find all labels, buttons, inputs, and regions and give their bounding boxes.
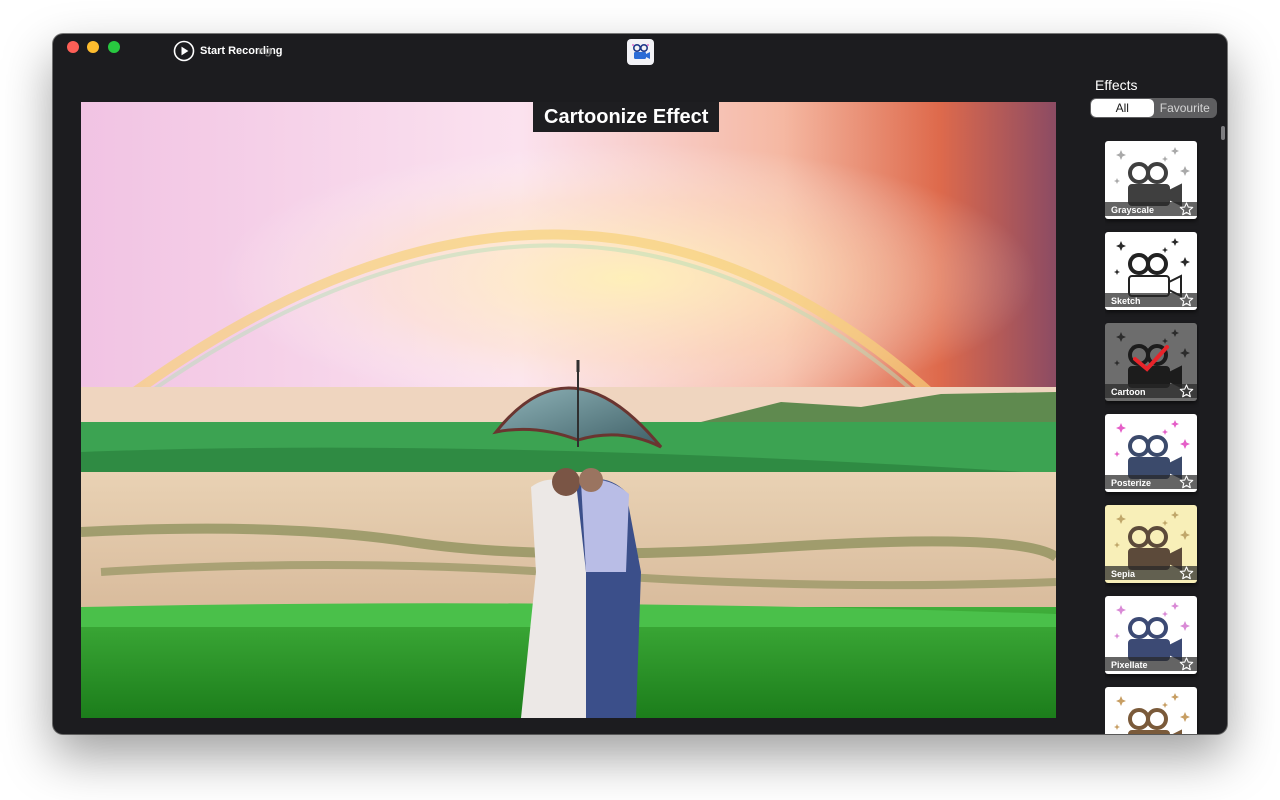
- tab-favourite[interactable]: Favourite: [1154, 99, 1217, 117]
- play-circle-icon: [173, 40, 195, 62]
- effect-card[interactable]: Pixellate: [1105, 596, 1197, 674]
- star-outline-icon[interactable]: [1179, 384, 1194, 398]
- star-outline-icon[interactable]: [1179, 202, 1194, 216]
- effect-label: Posterize: [1111, 478, 1152, 488]
- effect-label: Cartoon: [1111, 387, 1146, 397]
- window-minimize-button[interactable]: [87, 41, 99, 53]
- window-zoom-button[interactable]: [108, 41, 120, 53]
- star-outline-icon[interactable]: [1179, 657, 1194, 671]
- effect-title: Cartoonize Effect: [533, 102, 720, 132]
- effect-label: Sketch: [1111, 296, 1141, 306]
- star-outline-icon[interactable]: [1179, 566, 1194, 580]
- effects-heading: Effects: [1095, 77, 1138, 93]
- app-window: Start Recording ng Cartoonize Effect Eff…: [53, 34, 1227, 734]
- star-outline-icon[interactable]: [1179, 293, 1194, 307]
- effects-list: Grayscale Sketch Cartoon Posterize Sepia Pixe…: [1105, 141, 1199, 734]
- effect-label: Grayscale: [1111, 205, 1155, 215]
- video-preview: [81, 102, 1056, 718]
- effects-filter-segmented-control: All Favourite: [1090, 98, 1217, 118]
- effect-label: Pixellate: [1111, 660, 1148, 670]
- effect-card[interactable]: Sepia: [1105, 505, 1197, 583]
- video-camera-icon: [1105, 687, 1197, 734]
- star-outline-icon[interactable]: [1179, 475, 1194, 489]
- effect-thumbnail: [1105, 687, 1197, 734]
- tab-all[interactable]: All: [1091, 99, 1154, 117]
- effect-card[interactable]: Sketch: [1105, 232, 1197, 310]
- effect-card[interactable]: Posterize: [1105, 414, 1197, 492]
- effect-label: Sepia: [1111, 569, 1136, 579]
- effects-scrollbar[interactable]: [1221, 126, 1225, 140]
- window-close-button[interactable]: [67, 41, 79, 53]
- effect-card[interactable]: Cartoon: [1105, 323, 1197, 401]
- effect-card[interactable]: [1105, 687, 1197, 734]
- effect-card[interactable]: Grayscale: [1105, 141, 1197, 219]
- camera-app-icon: [627, 39, 654, 65]
- start-recording-ghost-text: ng: [258, 45, 272, 57]
